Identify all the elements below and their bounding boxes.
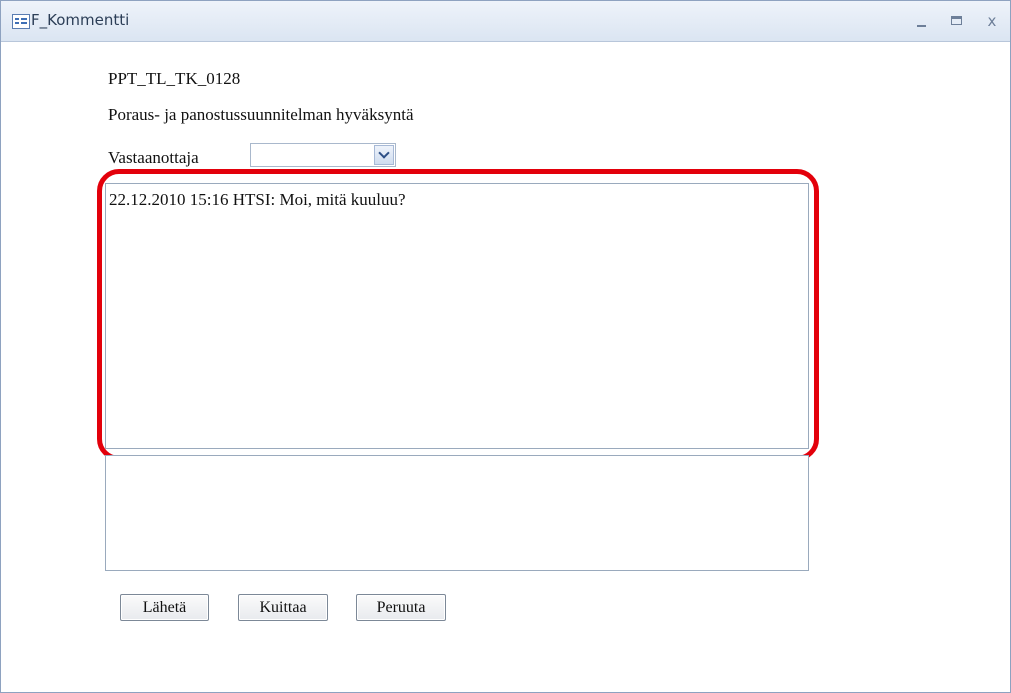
cancel-button[interactable]: Peruuta (356, 594, 446, 621)
chevron-down-icon (378, 147, 390, 159)
document-code: PPT_TL_TK_0128 (108, 69, 241, 88)
form-icon (12, 14, 30, 29)
minimize-button[interactable] (911, 10, 933, 32)
title-bar: F_Kommentti x (1, 1, 1010, 42)
comment-form-window: F_Kommentti x PPT_TL_TK_0128 Poraus- ja … (0, 0, 1011, 693)
comment-history-text: 22.12.2010 15:16 HTSI: Moi, mitä kuuluu? (109, 190, 406, 209)
recipient-label: Vastaanottaja (108, 148, 199, 167)
close-icon: x (987, 12, 997, 30)
maximize-button[interactable] (946, 10, 968, 32)
send-button[interactable]: Lähetä (120, 594, 209, 621)
acknowledge-button[interactable]: Kuittaa (238, 594, 328, 621)
recipient-dropdown-button[interactable] (374, 145, 394, 165)
document-description: Poraus- ja panostussuunnitelman hyväksyn… (108, 105, 414, 124)
window-title: F_Kommentti (31, 11, 130, 29)
comment-history[interactable]: 22.12.2010 15:16 HTSI: Moi, mitä kuuluu? (105, 183, 809, 449)
recipient-select[interactable] (250, 143, 396, 167)
minimize-icon (917, 25, 926, 27)
message-input[interactable] (105, 455, 809, 571)
close-button[interactable]: x (981, 10, 1003, 32)
maximize-icon (951, 16, 962, 25)
